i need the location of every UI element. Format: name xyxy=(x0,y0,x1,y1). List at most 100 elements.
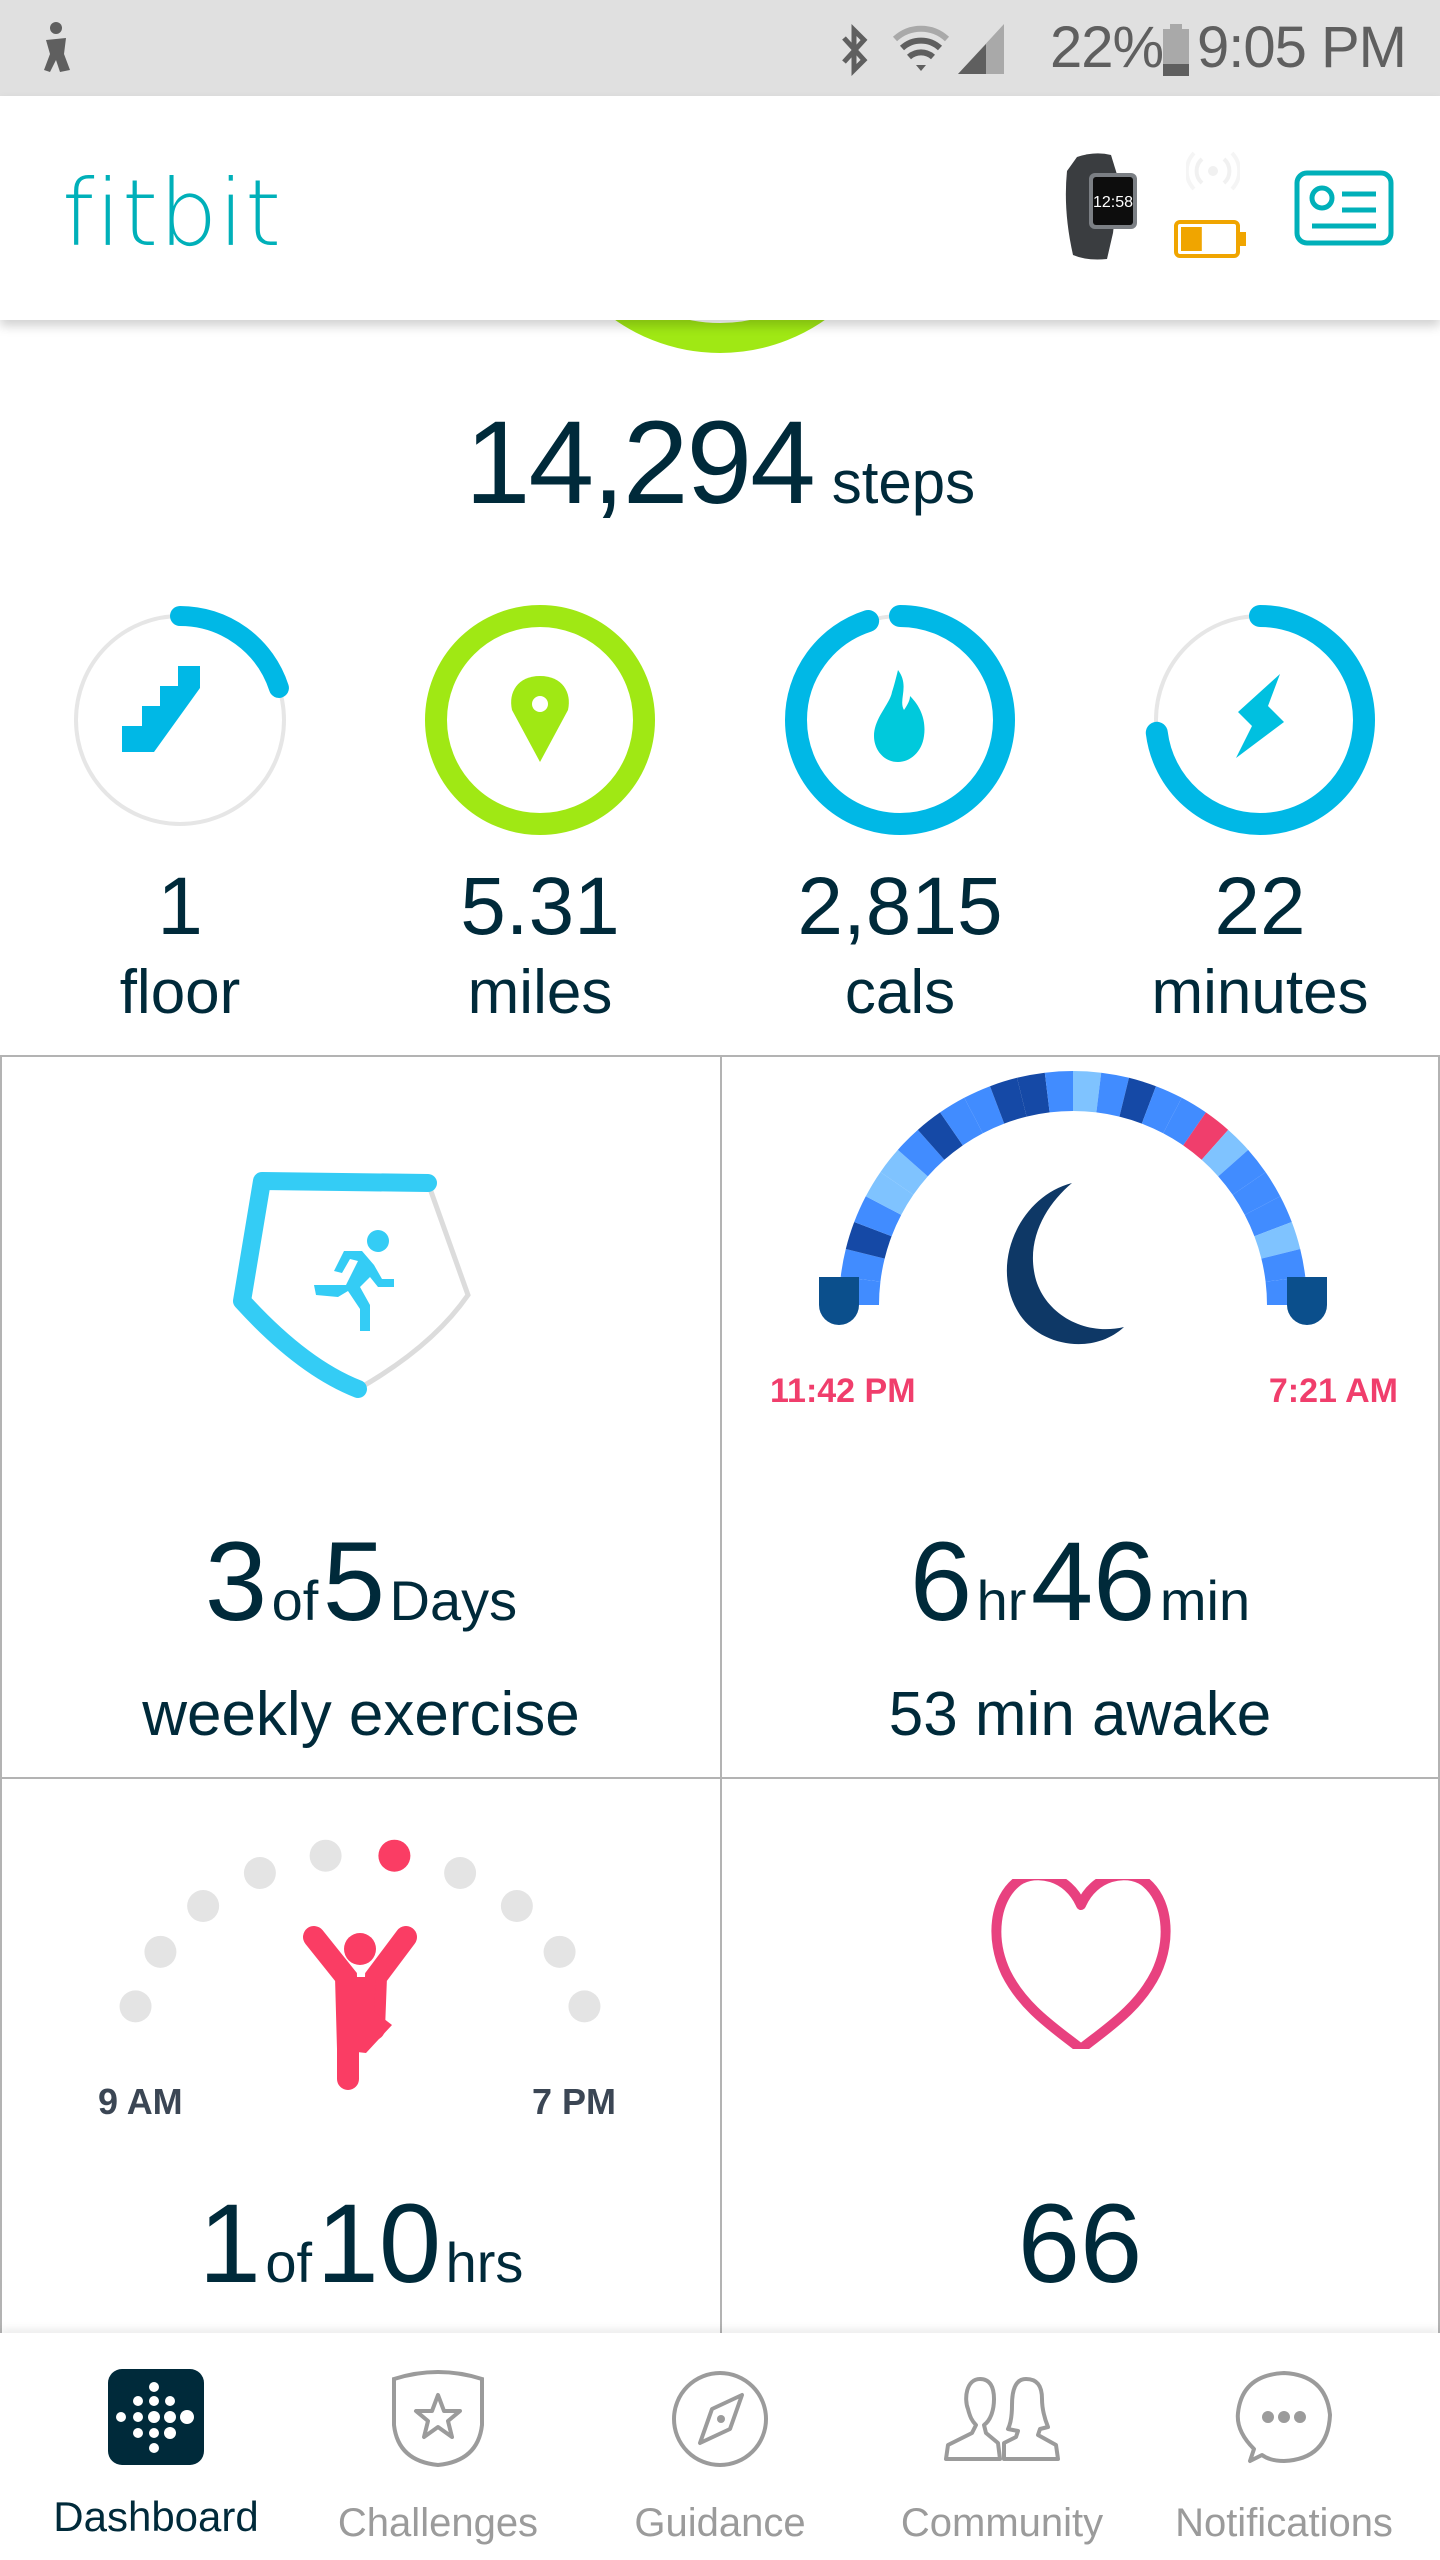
fitbit-ionic-watch-icon: 12:58 xyxy=(1065,153,1137,260)
active-minutes-value: 22 xyxy=(1214,861,1306,952)
hourly-start-label: 9 AM xyxy=(98,2081,183,2122)
nav-notifications-label: Notifications xyxy=(1175,2501,1393,2545)
battery-percent: 22% xyxy=(1050,15,1164,80)
exercise-of: of xyxy=(271,1569,319,1632)
tile-heart-rate[interactable]: 66 xyxy=(720,1777,1440,2357)
running-person-icon xyxy=(314,1230,394,1331)
app-header: fitbit 12:58 xyxy=(0,96,1440,320)
dashboard-icon xyxy=(108,2369,204,2465)
exercise-subtitle: weekly exercise xyxy=(142,1680,580,1749)
floors-label: floor xyxy=(119,958,241,1027)
sleep-end-time: 7:21 AM xyxy=(1268,1372,1398,1410)
tile-sleep[interactable]: 11:42 PM 7:21 AM 6 hr 46 min 53 min awak… xyxy=(720,1055,1440,1779)
hour-dot xyxy=(543,1935,576,1968)
moon-icon xyxy=(1006,1183,1124,1345)
sleep-stage-segment xyxy=(1044,1071,1073,1113)
stat-active-minutes[interactable]: 22 minutes xyxy=(1080,600,1440,1024)
hourly-end-label: 7 PM xyxy=(532,2081,617,2122)
tree-pose-person-icon xyxy=(303,1926,417,2090)
sleep-stages-arc xyxy=(819,1071,1327,1345)
nav-challenges-label: Challenges xyxy=(337,2501,539,2545)
device-button[interactable]: 12:58 xyxy=(1055,151,1155,261)
community-people-icon xyxy=(944,2377,1060,2461)
bluetooth-icon xyxy=(842,23,868,77)
challenges-badge-icon xyxy=(392,2370,484,2468)
nav-community-label: Community xyxy=(900,2501,1104,2545)
chat-bubble-icon xyxy=(1235,2371,1332,2463)
hour-dot xyxy=(243,1856,276,1889)
exercise-unit: Days xyxy=(389,1569,518,1632)
battery-icon xyxy=(1163,24,1189,76)
tile-hourly-activity[interactable]: 9 AM 7 PM 1 of 10 hrs xyxy=(0,1777,722,2357)
exercise-summary: 3 of 5 Days xyxy=(2,1517,720,1646)
stat-calories[interactable]: 2,815 cals xyxy=(720,600,1080,1024)
tile-weekly-exercise[interactable]: 3 of 5 Days weekly exercise xyxy=(0,1055,722,1779)
hourly-unit: hrs xyxy=(445,2231,524,2294)
distance-label: miles xyxy=(467,958,613,1027)
calories-value: 2,815 xyxy=(797,861,1003,952)
flame-icon xyxy=(874,670,925,762)
steps-summary[interactable]: 14,294 steps xyxy=(0,395,1440,531)
profile-card-icon[interactable] xyxy=(1294,170,1394,246)
hour-dot xyxy=(444,1856,477,1889)
steps-unit: steps xyxy=(831,449,976,516)
stat-floors[interactable]: 1 floor xyxy=(0,600,360,1024)
stat-distance[interactable]: 5.31 miles xyxy=(360,600,720,1024)
clock: 9:05 PM xyxy=(1197,15,1407,80)
distance-ring xyxy=(425,605,655,835)
wifi-icon xyxy=(892,25,950,71)
location-pin-icon xyxy=(511,676,569,762)
distance-value: 5.31 xyxy=(460,861,620,952)
hourly-goal: 10 xyxy=(316,2181,442,2306)
calories-label: cals xyxy=(844,958,956,1027)
calories-ring xyxy=(785,605,1015,835)
hourly-summary: 1 of 10 hrs xyxy=(2,2179,720,2308)
lightning-icon xyxy=(1236,674,1284,758)
exercise-done: 3 xyxy=(204,1519,268,1644)
hourly-dots xyxy=(119,1839,601,2090)
hour-dot xyxy=(309,1839,342,1872)
watch-face-time: 12:58 xyxy=(1093,194,1133,211)
fitbit-logo: fitbit xyxy=(62,160,283,267)
compass-icon xyxy=(672,2371,768,2467)
hourly-done: 1 xyxy=(198,2181,261,2306)
stairs-icon xyxy=(122,666,200,752)
resting-heart-rate: 66 xyxy=(1017,2181,1143,2306)
nav-guidance-label: Guidance xyxy=(634,2501,806,2545)
fitbit-notification-icon xyxy=(44,22,70,72)
hour-dot xyxy=(144,1935,177,1968)
heart-icon xyxy=(991,1879,1171,2049)
sleep-hr-label: hr xyxy=(976,1569,1027,1632)
bottom-navigation: Dashboard Challenges Guidance Community … xyxy=(0,2333,1440,2560)
hour-dot xyxy=(378,1839,411,1872)
status-bar: 22% 9:05 PM xyxy=(0,0,1440,96)
sleep-hours: 6 xyxy=(909,1519,973,1644)
nav-dashboard-label: Dashboard xyxy=(53,2493,259,2540)
exercise-pentagon-progress xyxy=(233,1172,471,1398)
active-minutes-ring xyxy=(1145,605,1375,835)
nav-challenges[interactable]: Challenges xyxy=(294,2333,582,2560)
sleep-minutes: 46 xyxy=(1030,1519,1156,1644)
sleep-start-time: 11:42 PM xyxy=(770,1372,916,1410)
sleep-min-label: min xyxy=(1159,1569,1251,1632)
device-battery-icon xyxy=(1174,220,1246,258)
nav-dashboard[interactable]: Dashboard xyxy=(12,2333,300,2560)
sleep-duration: 6 hr 46 min xyxy=(722,1517,1438,1646)
exercise-goal: 5 xyxy=(322,1519,386,1644)
steps-value: 14,294 xyxy=(464,397,816,529)
hour-dot xyxy=(119,1990,152,2023)
nav-guidance[interactable]: Guidance xyxy=(576,2333,864,2560)
floors-ring xyxy=(66,606,294,834)
nav-notifications[interactable]: Notifications xyxy=(1140,2333,1428,2560)
hourly-of: of xyxy=(265,2231,313,2294)
sleep-stage-segment xyxy=(1073,1071,1102,1113)
hour-dot xyxy=(500,1890,533,1923)
nav-community[interactable]: Community xyxy=(858,2333,1146,2560)
floors-value: 1 xyxy=(157,861,203,952)
hour-dot xyxy=(187,1890,220,1923)
sync-broadcast-icon xyxy=(1186,151,1240,191)
active-minutes-label: minutes xyxy=(1151,958,1369,1027)
sleep-awake: 53 min awake xyxy=(888,1680,1272,1749)
hour-dot xyxy=(568,1990,601,2023)
cell-signal-icon xyxy=(958,24,1004,74)
